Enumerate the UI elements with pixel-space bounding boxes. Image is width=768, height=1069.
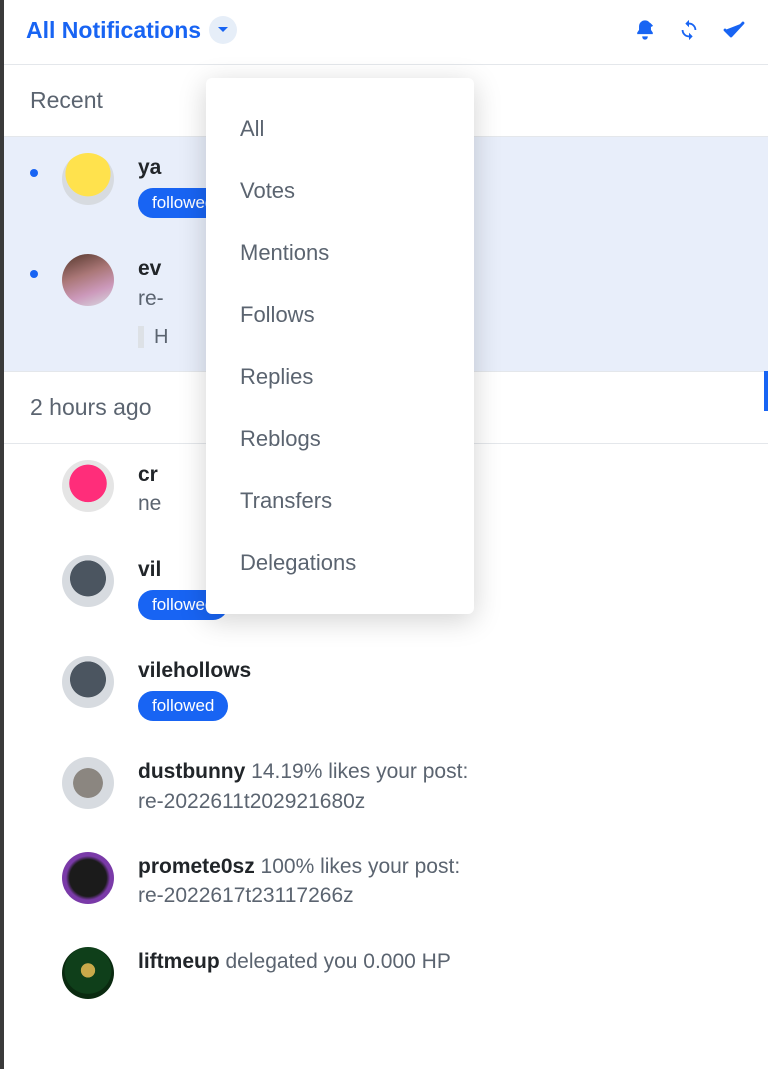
check-icon[interactable] (722, 20, 746, 40)
dropdown-option-transfers[interactable]: Transfers (206, 470, 474, 532)
notification-text: 14.19% likes your post: (245, 760, 468, 783)
avatar[interactable] (62, 153, 114, 205)
unread-dot-icon (30, 270, 38, 278)
username: liftmeup (138, 950, 220, 973)
quote-bar-icon (138, 326, 144, 348)
refresh-icon[interactable] (678, 19, 700, 41)
avatar[interactable] (62, 947, 114, 999)
filter-dropdown: All Votes Mentions Follows Replies Reblo… (206, 78, 474, 614)
username: cr (138, 463, 158, 486)
dropdown-option-mentions[interactable]: Mentions (206, 222, 474, 284)
notifications-header: All Notifications (4, 0, 768, 64)
bell-icon[interactable] (634, 19, 656, 41)
username: vil (138, 558, 161, 581)
caret-down-icon[interactable] (209, 16, 237, 44)
dropdown-option-reblogs[interactable]: Reblogs (206, 408, 474, 470)
notification-row[interactable]: vilehollows followed (4, 640, 768, 741)
dropdown-option-follows[interactable]: Follows (206, 284, 474, 346)
avatar[interactable] (62, 555, 114, 607)
followed-badge: followed (138, 691, 228, 721)
notification-row[interactable]: liftmeup delegated you 0.000 HP (4, 931, 768, 1019)
avatar[interactable] (62, 460, 114, 512)
dropdown-option-all[interactable]: All (206, 98, 474, 160)
username: ya (138, 156, 161, 179)
notification-subtext: re-2022617t23117266z (138, 881, 742, 910)
username: promete0sz (138, 855, 255, 878)
username: vilehollows (138, 659, 251, 682)
notification-text: delegated you 0.000 HP (220, 950, 451, 973)
dropdown-option-replies[interactable]: Replies (206, 346, 474, 408)
avatar[interactable] (62, 757, 114, 809)
unread-dot-icon (30, 169, 38, 177)
notification-subtext: re-2022611t202921680z (138, 787, 742, 816)
avatar[interactable] (62, 656, 114, 708)
dropdown-option-delegations[interactable]: Delegations (206, 532, 474, 594)
filter-trigger[interactable]: All Notifications (26, 16, 237, 44)
username: ev (138, 257, 161, 280)
dropdown-option-votes[interactable]: Votes (206, 160, 474, 222)
avatar[interactable] (62, 852, 114, 904)
header-actions (634, 19, 746, 41)
notification-row[interactable]: promete0sz 100% likes your post: re-2022… (4, 836, 768, 931)
filter-label: All Notifications (26, 17, 201, 44)
username: dustbunny (138, 760, 245, 783)
avatar[interactable] (62, 254, 114, 306)
notification-text: 100% likes your post: (255, 855, 460, 878)
notification-row[interactable]: dustbunny 14.19% likes your post: re-202… (4, 741, 768, 836)
